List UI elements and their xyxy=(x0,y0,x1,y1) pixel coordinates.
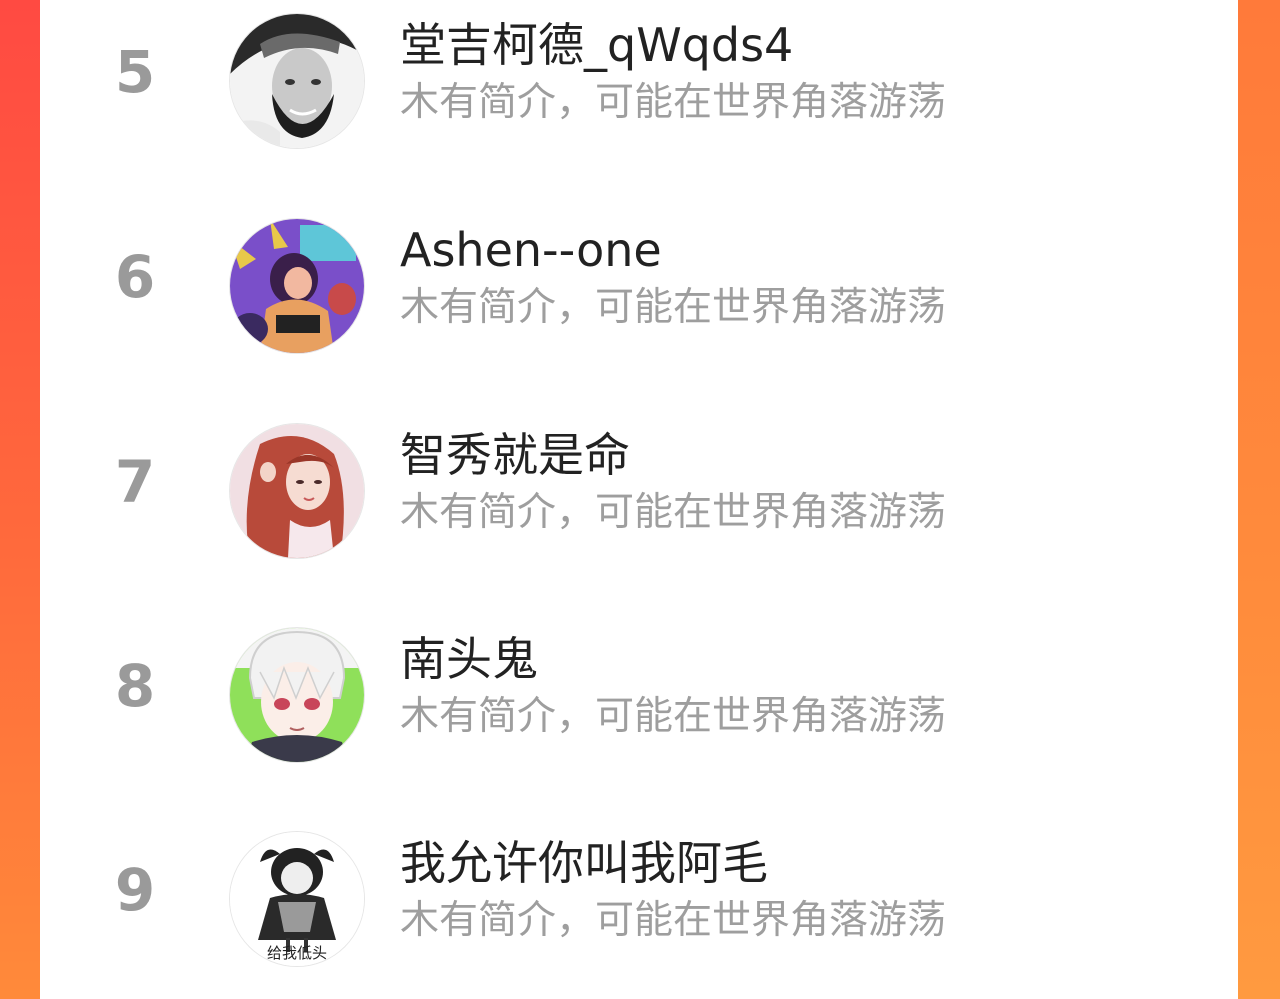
user-description: 木有简介，可能在世界角落游荡 xyxy=(400,490,947,535)
user-name[interactable]: 堂吉柯德_qWqds4 xyxy=(400,16,793,74)
bearded-man-photo-avatar-icon xyxy=(230,14,364,148)
avatar[interactable] xyxy=(230,628,364,762)
rank-number: 9 xyxy=(114,856,156,924)
user-name[interactable]: 我允许你叫我阿毛 xyxy=(400,834,768,892)
avatar[interactable] xyxy=(230,14,364,148)
user-description: 木有简介，可能在世界角落游荡 xyxy=(400,285,947,330)
user-name[interactable]: 智秀就是命 xyxy=(400,426,630,484)
user-name[interactable]: 南头鬼 xyxy=(400,630,538,688)
avatar[interactable]: 给我低头 xyxy=(230,832,364,966)
ranking-list-panel: 5 堂吉柯德_qWqds4 木有简介，可能在世界角落游荡 6 Ashen--on… xyxy=(40,0,1238,999)
list-item[interactable]: 8 南头鬼 木有简介，可能在世界角落游荡 xyxy=(40,614,1238,764)
red-haired-woman-photo-avatar-icon xyxy=(230,424,364,558)
rank-number: 5 xyxy=(114,38,156,106)
user-description: 木有简介，可能在世界角落游荡 xyxy=(400,80,947,125)
purple-cartoon-singer-avatar-icon xyxy=(230,219,364,353)
avatar-caption: 给我低头 xyxy=(266,944,327,962)
list-item[interactable]: 5 堂吉柯德_qWqds4 木有简介，可能在世界角落游荡 xyxy=(40,0,1238,150)
user-name[interactable]: Ashen--one xyxy=(400,221,662,279)
right-background-edge xyxy=(1238,0,1280,999)
avatar[interactable] xyxy=(230,424,364,558)
list-item[interactable]: 9 给我低头 我允许你叫我阿毛 木有简介，可能在世界角落游荡 xyxy=(40,818,1238,968)
list-item[interactable]: 7 智秀就是命 木有简介，可能在世界角落游荡 xyxy=(40,410,1238,560)
user-description: 木有简介，可能在世界角落游荡 xyxy=(400,694,947,739)
rank-number: 7 xyxy=(114,448,156,516)
white-haired-anime-boy-avatar-icon xyxy=(230,628,364,762)
avatar[interactable] xyxy=(230,219,364,353)
rank-number: 6 xyxy=(114,243,156,311)
rank-number: 8 xyxy=(114,652,156,720)
user-description: 木有简介，可能在世界角落游荡 xyxy=(400,898,947,943)
list-item[interactable]: 6 Ashen--one 木有简介，可能在世界角落游荡 xyxy=(40,205,1238,355)
